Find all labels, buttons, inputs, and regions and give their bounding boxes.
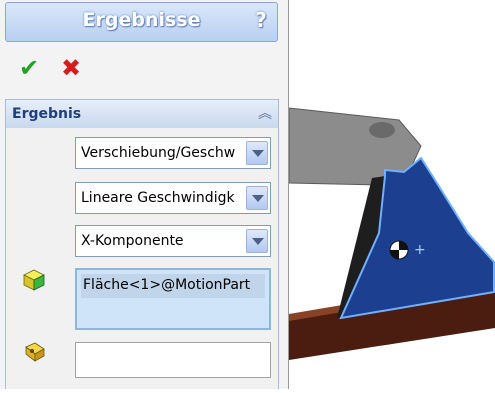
component-dropdown[interactable]: X-Komponente — [75, 225, 271, 257]
cube-icon — [23, 269, 45, 291]
face-selection-item[interactable]: Fläche<1>@MotionPart — [81, 274, 265, 298]
property-manager: Ergebnisse ? ✔ ✖ Ergebnis ︽ Verschiebung… — [0, 0, 289, 389]
result-group: Ergebnis ︽ Verschiebung/Geschw Lineare G… — [5, 99, 279, 389]
result-group-header[interactable]: Ergebnis ︽ — [6, 100, 278, 128]
reference-field[interactable] — [75, 342, 271, 378]
panel-title-bar: Ergebnisse ? — [5, 2, 278, 42]
checkmark-icon: ✔ — [18, 54, 40, 82]
chevron-down-icon[interactable] — [246, 186, 268, 210]
subcategory-dropdown-value: Lineare Geschwindigk — [81, 190, 235, 206]
chevron-down-icon[interactable] — [246, 141, 268, 165]
ok-button[interactable]: ✔ — [16, 54, 42, 82]
close-icon: ✖ — [60, 54, 82, 82]
subcategory-dropdown[interactable]: Lineare Geschwindigk — [75, 182, 271, 214]
chevron-down-icon[interactable] — [246, 229, 268, 253]
result-group-title: Ergebnis — [12, 106, 82, 122]
center-of-mass-icon: + — [414, 242, 426, 258]
graphics-area[interactable]: + — [288, 0, 495, 389]
motion-model: + — [288, 107, 495, 360]
collapse-icon[interactable]: ︽ — [258, 103, 272, 123]
category-dropdown-value: Verschiebung/Geschw — [81, 145, 236, 161]
cancel-button[interactable]: ✖ — [58, 54, 84, 82]
help-button[interactable]: ? — [250, 8, 272, 34]
reference-part-icon — [25, 342, 45, 362]
category-dropdown[interactable]: Verschiebung/Geschw — [75, 137, 271, 169]
component-dropdown-value: X-Komponente — [81, 233, 184, 249]
face-selection-list[interactable]: Fläche<1>@MotionPart — [75, 268, 271, 330]
panel-title: Ergebnisse — [82, 9, 201, 31]
